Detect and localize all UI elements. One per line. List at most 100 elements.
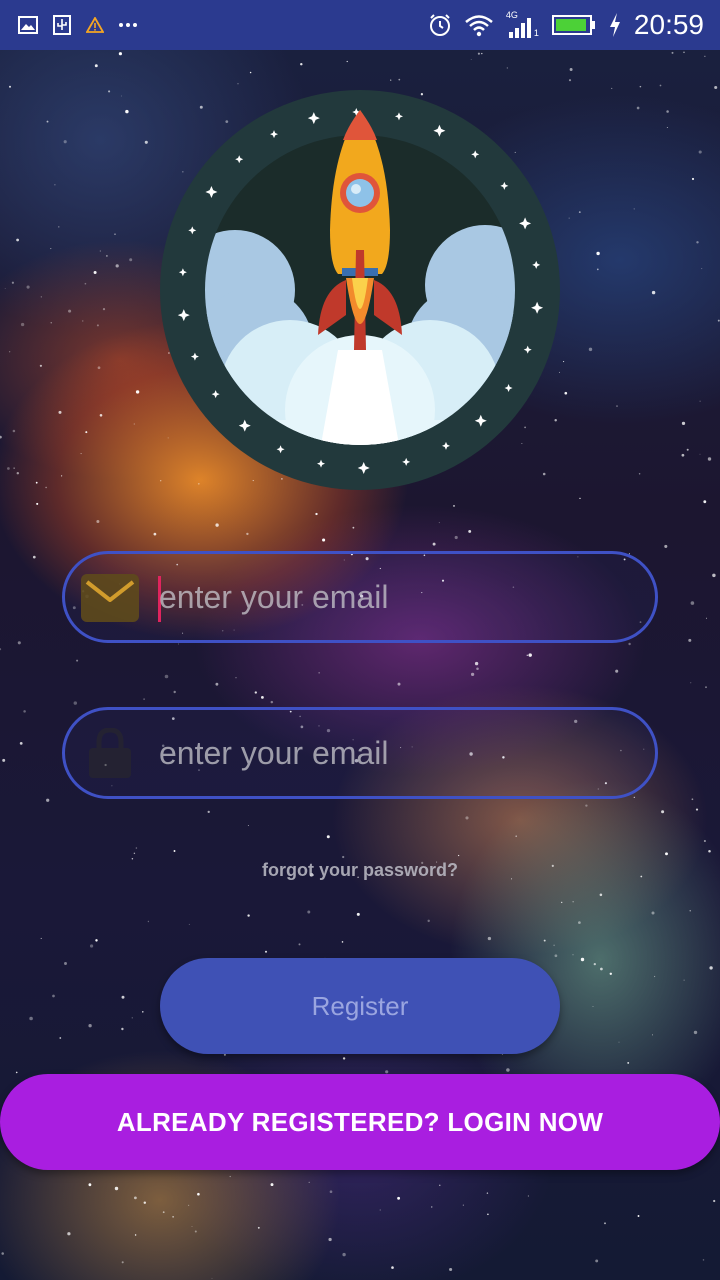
star [257,1226,260,1229]
star [609,972,612,975]
star [686,448,689,451]
star [67,1232,71,1236]
star [506,1068,510,1072]
star [474,661,479,666]
status-bar: 4G 1 20:59 [0,0,720,50]
star [36,502,39,505]
star [569,68,573,71]
star [118,52,122,56]
star [352,526,355,529]
star [356,912,360,916]
star [23,710,26,713]
star [671,51,674,54]
star [561,901,563,904]
star [707,457,712,461]
star [187,1204,190,1207]
star [164,674,169,679]
star [553,944,555,947]
star [506,67,508,69]
star [88,1183,92,1187]
star [717,319,720,322]
star [84,282,87,285]
star [342,1252,346,1257]
star [595,1259,599,1263]
lock-icon [89,728,131,778]
star [68,309,72,313]
star [1,1252,4,1255]
star [46,798,50,802]
star [699,400,701,402]
star [659,84,662,87]
star [247,914,250,917]
star [134,1234,137,1236]
star [207,810,210,814]
star [699,453,701,455]
star [173,850,176,852]
star [703,839,706,843]
star [172,1216,174,1218]
star [454,535,458,540]
star [16,238,19,242]
star [633,796,635,799]
star [515,835,517,837]
star [580,957,585,962]
star [114,233,116,236]
register-button[interactable]: Register [160,958,560,1054]
star [636,106,640,110]
star [651,911,655,915]
star [698,150,702,154]
star [596,268,599,271]
star [431,1206,433,1208]
star [652,1034,653,1036]
star [2,758,6,762]
star [114,1186,119,1191]
star [115,264,119,268]
star [60,475,63,477]
star [704,55,706,57]
star [572,901,574,903]
star [16,471,20,475]
star [133,852,136,855]
star [246,532,249,536]
email-field[interactable] [62,551,658,643]
star [307,910,311,914]
login-now-button[interactable]: ALREADY REGISTERED? LOGIN NOW [0,1074,720,1170]
star [661,810,665,814]
star [638,472,641,475]
star [144,140,148,144]
star [462,1204,464,1206]
star [526,654,529,657]
email-input[interactable] [159,554,639,640]
password-input[interactable] [159,710,639,796]
star [690,601,695,605]
star [125,109,129,114]
star [708,850,711,853]
star [487,936,492,941]
star [270,1183,274,1187]
star [611,87,613,89]
star [188,923,190,925]
star [341,941,344,943]
password-field[interactable] [62,707,658,799]
star [197,1192,200,1196]
star [191,1225,193,1227]
star [391,1266,394,1269]
signal-icon [508,18,531,38]
star [691,798,694,801]
star [702,1259,705,1261]
star [315,512,318,516]
forgot-password-link[interactable]: forgot your password? [0,860,720,881]
star [135,390,140,394]
star [486,1192,489,1194]
star [318,672,320,674]
star [618,1041,620,1043]
alarm-icon [429,14,450,36]
star [85,431,88,434]
star [162,1211,165,1214]
star [397,682,401,686]
star [639,85,642,88]
star [683,979,685,981]
star [328,1237,332,1242]
star [705,686,707,689]
star [568,79,572,82]
